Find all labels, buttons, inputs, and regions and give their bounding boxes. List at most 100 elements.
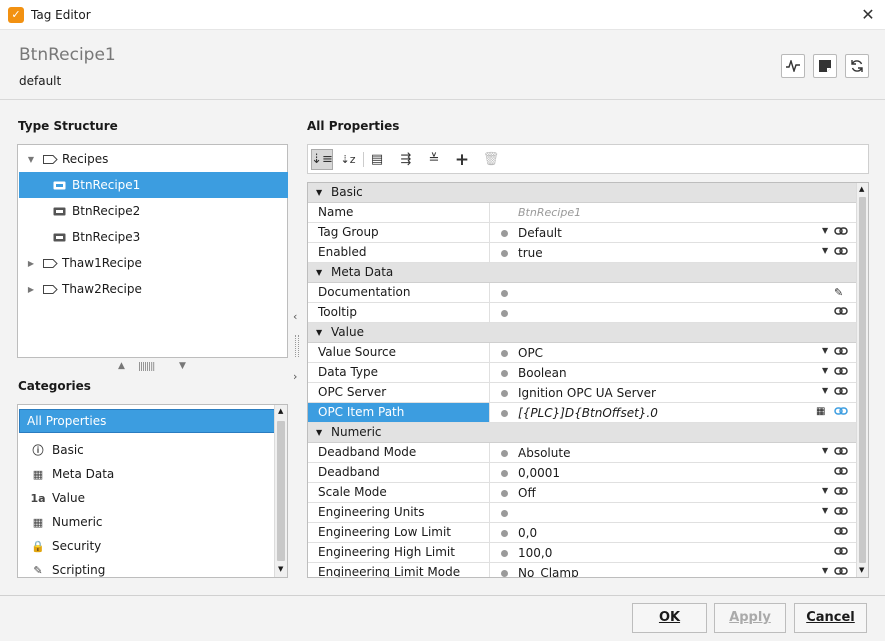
refresh-button[interactable] xyxy=(845,54,869,78)
note-button[interactable] xyxy=(813,54,837,78)
scroll-down-icon[interactable]: ▼ xyxy=(278,565,283,573)
binding-dot-icon[interactable] xyxy=(501,250,508,257)
panel-splitter[interactable]: ▲ |||||||| ▼ xyxy=(112,361,192,373)
category-meta-data[interactable]: ▦ Meta Data xyxy=(19,462,275,486)
property-row[interactable]: Engineering Low Limit 0,0 xyxy=(308,523,858,543)
property-value[interactable]: Boolean xyxy=(518,366,567,380)
category-all-properties[interactable]: All Properties xyxy=(19,409,275,433)
expand-right-arrow[interactable]: › xyxy=(293,370,297,383)
binding-link-icon[interactable] xyxy=(834,506,850,519)
dropdown-arrow-icon[interactable]: ▼ xyxy=(822,486,828,495)
property-row[interactable]: Name BtnRecipe1 xyxy=(308,203,858,223)
expand-all-button[interactable]: ⇶ xyxy=(395,149,417,170)
binding-link-icon[interactable] xyxy=(834,486,850,499)
binding-link-icon[interactable] xyxy=(834,466,850,479)
property-value[interactable]: 0,0 xyxy=(518,526,537,540)
binding-dot-icon[interactable] xyxy=(501,470,508,477)
category-header[interactable]: ▼ Numeric xyxy=(308,423,858,443)
binding-dot-icon[interactable] xyxy=(501,230,508,237)
collapsed-caret-icon[interactable]: ▶ xyxy=(25,259,37,268)
binding-dot-icon[interactable] xyxy=(501,370,508,377)
dropdown-arrow-icon[interactable]: ▼ xyxy=(822,566,828,575)
collapsed-caret-icon[interactable]: ▶ xyxy=(25,285,37,294)
binding-dot-icon[interactable] xyxy=(501,530,508,537)
property-value[interactable]: OPC xyxy=(518,346,543,360)
ok-button[interactable]: OK xyxy=(632,603,707,633)
binding-link-icon[interactable] xyxy=(834,546,850,559)
binding-dot-icon[interactable] xyxy=(501,570,508,577)
category-scripting[interactable]: ✎ Scripting xyxy=(19,558,275,577)
binding-link-icon[interactable] xyxy=(834,226,850,239)
binding-link-icon[interactable] xyxy=(834,406,850,419)
property-value[interactable]: 0,0001 xyxy=(518,466,560,480)
edit-pencil-icon[interactable]: ✎ xyxy=(834,286,850,299)
delete-button[interactable]: 🗑 xyxy=(480,149,502,170)
property-row[interactable]: Deadband Mode Absolute ▼ xyxy=(308,443,858,463)
expanded-caret-icon[interactable]: ▼ xyxy=(25,155,37,164)
expanded-caret-icon[interactable]: ▼ xyxy=(316,428,322,437)
tree-item-thaw2recipe[interactable]: ▶ Thaw2Recipe xyxy=(19,276,288,302)
category-value[interactable]: 1a Value xyxy=(19,486,275,510)
tree-item-btnrecipe2[interactable]: BtnRecipe2 xyxy=(19,198,288,224)
property-row[interactable]: OPC Server Ignition OPC UA Server ▼ xyxy=(308,383,858,403)
dropdown-arrow-icon[interactable]: ▼ xyxy=(822,346,828,355)
dropdown-arrow-icon[interactable]: ▼ xyxy=(822,366,828,375)
property-value[interactable]: [{PLC}]D{BtnOffset}.0 xyxy=(518,406,658,420)
property-row[interactable]: Value Source OPC ▼ xyxy=(308,343,858,363)
add-button[interactable]: + xyxy=(451,149,473,170)
sort-alpha-button[interactable]: ⇣z xyxy=(337,149,359,170)
property-value[interactable]: Default xyxy=(518,226,562,240)
binding-link-icon[interactable] xyxy=(834,386,850,399)
category-numeric[interactable]: ▦ Numeric xyxy=(19,510,275,534)
binding-dot-icon[interactable] xyxy=(501,410,508,417)
tree-item-thaw1recipe[interactable]: ▶ Thaw1Recipe xyxy=(19,250,288,276)
binding-link-icon[interactable] xyxy=(834,346,850,359)
property-row[interactable]: Engineering Units ▼ xyxy=(308,503,858,523)
property-grid-scrollbar[interactable]: ▲ ▼ xyxy=(856,183,868,577)
property-row[interactable]: Engineering High Limit 100,0 xyxy=(308,543,858,563)
scroll-thumb[interactable] xyxy=(859,197,866,563)
property-row[interactable]: Documentation ✎ xyxy=(308,283,858,303)
expanded-caret-icon[interactable]: ▼ xyxy=(316,328,322,337)
category-header[interactable]: ▼ Meta Data xyxy=(308,263,858,283)
category-header[interactable]: ▼ Value xyxy=(308,323,858,343)
property-value[interactable]: No_Clamp xyxy=(518,566,579,577)
browse-tags-icon[interactable]: ▦ xyxy=(816,406,825,417)
dropdown-arrow-icon[interactable]: ▼ xyxy=(822,226,828,235)
waveform-button[interactable] xyxy=(781,54,805,78)
property-row[interactable]: Enabled true ▼ xyxy=(308,243,858,263)
category-basic[interactable]: ⓘ Basic xyxy=(19,438,275,462)
binding-link-icon[interactable] xyxy=(834,366,850,379)
tree-item-btnrecipe3[interactable]: BtnRecipe3 xyxy=(19,224,288,250)
property-value[interactable]: Ignition OPC UA Server xyxy=(518,386,656,400)
categories-scrollbar[interactable]: ▲ ▼ xyxy=(274,405,287,577)
property-value[interactable]: Absolute xyxy=(518,446,570,460)
tree-item-recipes[interactable]: ▼ Recipes xyxy=(19,146,288,172)
scroll-down-icon[interactable]: ▼ xyxy=(859,566,864,574)
tree-item-btnrecipe1[interactable]: BtnRecipe1 xyxy=(19,172,288,198)
property-row[interactable]: Tooltip xyxy=(308,303,858,323)
scroll-up-icon[interactable]: ▲ xyxy=(859,185,864,193)
binding-dot-icon[interactable] xyxy=(501,310,508,317)
property-row[interactable]: Data Type Boolean ▼ xyxy=(308,363,858,383)
dropdown-arrow-icon[interactable]: ▼ xyxy=(822,506,828,515)
binding-dot-icon[interactable] xyxy=(501,290,508,297)
property-row[interactable]: Scale Mode Off ▼ xyxy=(308,483,858,503)
property-value[interactable]: Off xyxy=(518,486,536,500)
binding-dot-icon[interactable] xyxy=(501,450,508,457)
property-row[interactable]: Deadband 0,0001 xyxy=(308,463,858,483)
category-header[interactable]: ▼ Basic xyxy=(308,183,858,203)
collapse-left-arrow[interactable]: ‹ xyxy=(293,310,297,323)
property-value[interactable]: 100,0 xyxy=(518,546,552,560)
vertical-splitter-grip[interactable] xyxy=(295,335,299,357)
binding-link-icon[interactable] xyxy=(834,246,850,259)
dropdown-arrow-icon[interactable]: ▼ xyxy=(822,446,828,455)
apply-button[interactable]: Apply xyxy=(714,603,786,633)
cancel-button[interactable]: Cancel xyxy=(794,603,867,633)
binding-link-icon[interactable] xyxy=(834,306,850,319)
binding-dot-icon[interactable] xyxy=(501,550,508,557)
property-value[interactable]: true xyxy=(518,246,543,260)
dropdown-arrow-icon[interactable]: ▼ xyxy=(822,246,828,255)
binding-link-icon[interactable] xyxy=(834,526,850,539)
binding-dot-icon[interactable] xyxy=(501,350,508,357)
